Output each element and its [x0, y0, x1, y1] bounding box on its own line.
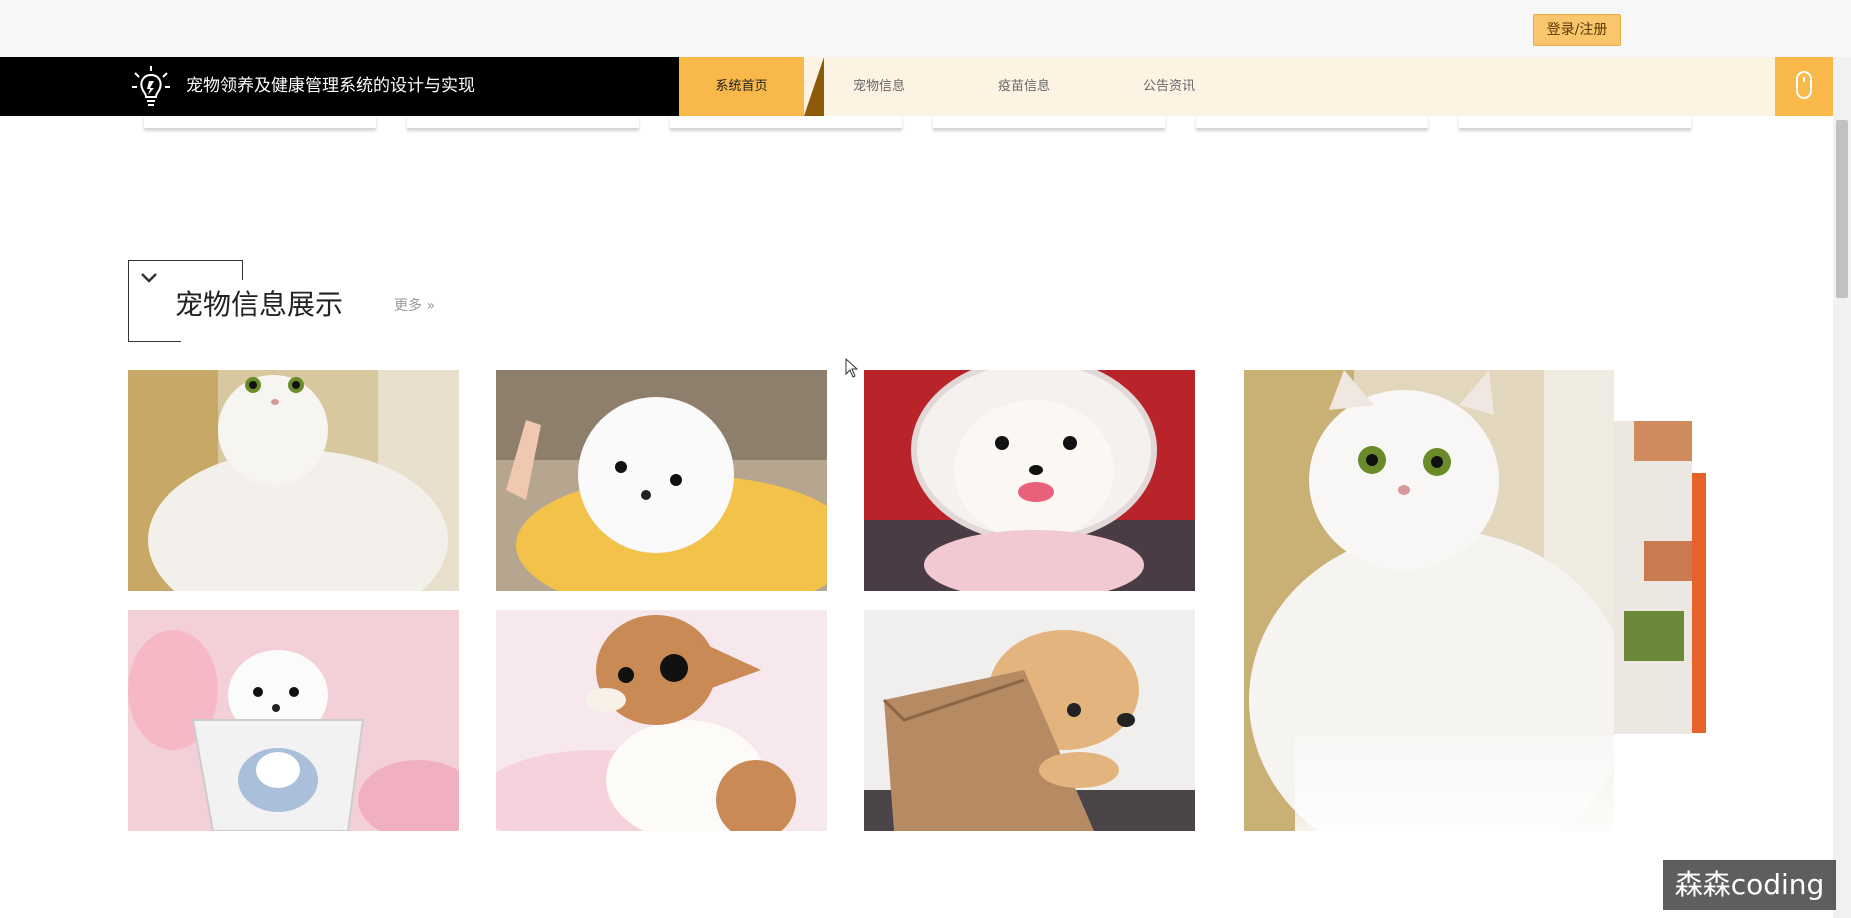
scrolled-card[interactable]: [144, 116, 376, 129]
more-link[interactable]: 更多 »: [394, 296, 435, 316]
scrolled-card[interactable]: [933, 116, 1165, 129]
system-title: 宠物领养及健康管理系统的设计与实现: [186, 76, 475, 96]
main-navbar: 宠物领养及健康管理系统的设计与实现 系统首页 宠物信息 疫苗信息 公告资讯: [0, 57, 1833, 116]
nav-menu: 系统首页 宠物信息 疫苗信息 公告资讯: [679, 57, 1775, 116]
scrolled-card[interactable]: [407, 116, 639, 129]
nav-pet-info[interactable]: 宠物信息: [824, 57, 934, 116]
mouse-cursor-icon: [845, 358, 859, 378]
top-bar: 登录/注册: [0, 0, 1851, 57]
pet-card-5[interactable]: [496, 610, 827, 831]
brand-bar: 宠物领养及健康管理系统的设计与实现: [0, 57, 679, 116]
scrolled-card[interactable]: [1459, 116, 1691, 129]
scrolled-card[interactable]: [1196, 116, 1428, 129]
chevron-down-icon: [141, 273, 157, 283]
login-register-button[interactable]: 登录/注册: [1533, 14, 1621, 46]
more-label: 更多: [394, 298, 422, 314]
pet-photo: [128, 370, 459, 591]
nav-home[interactable]: 系统首页: [679, 57, 804, 116]
pet-photo: [864, 370, 1195, 591]
scrolled-card-row: [0, 116, 1800, 130]
page-scrollbar[interactable]: [1833, 57, 1851, 918]
fade-overlay: [1295, 735, 1715, 845]
pet-card-6[interactable]: [864, 610, 1195, 831]
section-title: 宠物信息展示: [175, 288, 344, 321]
background-image-slice: [1692, 473, 1706, 733]
lightbulb-icon: [132, 66, 170, 106]
pet-card-3[interactable]: [864, 370, 1195, 591]
scroll-thumb[interactable]: [1836, 120, 1848, 298]
pet-photo: [128, 610, 459, 831]
scrolled-card[interactable]: [670, 116, 902, 129]
nav-vaccine-info[interactable]: 疫苗信息: [969, 57, 1079, 116]
pet-card-1[interactable]: [128, 370, 459, 591]
double-chevron-right-icon: »: [426, 298, 436, 314]
pet-card-2[interactable]: [496, 370, 827, 591]
pet-card-4[interactable]: [128, 610, 459, 831]
pet-photo: [496, 370, 827, 591]
mouse-button[interactable]: [1775, 57, 1833, 116]
watermark: 森森coding: [1663, 860, 1836, 910]
nav-announcements[interactable]: 公告资讯: [1114, 57, 1224, 116]
nav-divider: [804, 57, 824, 116]
mouse-icon: [1796, 71, 1812, 99]
background-image-slice: [1614, 421, 1692, 734]
pet-photo: [864, 610, 1195, 831]
pet-photo: [496, 610, 827, 831]
